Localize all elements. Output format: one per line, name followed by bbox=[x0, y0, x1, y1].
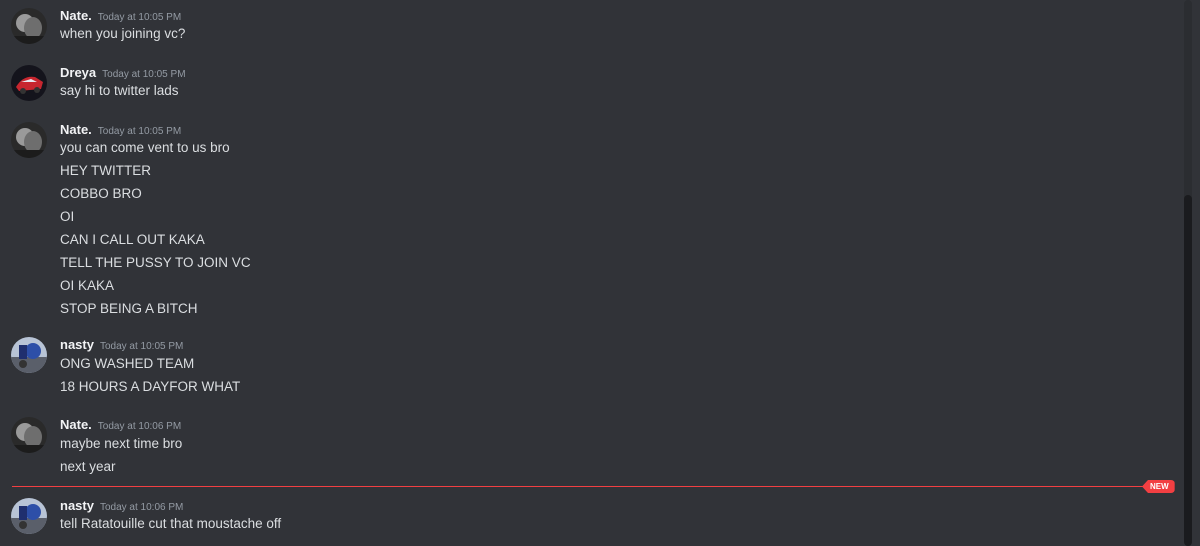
message-text: HEY TWITTER bbox=[60, 163, 152, 178]
message-group: nasty Today at 10:05 PM ONG WASHED TEAM … bbox=[0, 337, 1176, 397]
message-text: OI KAKA bbox=[60, 278, 115, 293]
grayscale-face-avatar-icon bbox=[11, 417, 47, 453]
message-text: next year bbox=[60, 459, 116, 474]
message-text: STOP BEING A BITCH bbox=[60, 301, 198, 316]
message-text: maybe next time bro bbox=[60, 436, 183, 451]
timestamp[interactable]: Today at 10:06 PM bbox=[98, 421, 181, 432]
timestamp[interactable]: Today at 10:06 PM bbox=[100, 502, 183, 513]
message-group: nasty Today at 10:06 PM tell Ratatouille… bbox=[0, 498, 1176, 538]
avatar[interactable] bbox=[11, 65, 47, 101]
message-text: TELL THE PUSSY TO JOIN VC bbox=[60, 255, 251, 270]
avatar[interactable] bbox=[11, 498, 47, 534]
message-group: Nate. Today at 10:05 PM when you joining… bbox=[0, 8, 1176, 44]
username[interactable]: Dreya bbox=[60, 65, 96, 80]
timestamp[interactable]: Today at 10:05 PM bbox=[98, 126, 181, 137]
new-messages-divider bbox=[12, 486, 1164, 487]
avatar[interactable] bbox=[11, 122, 47, 158]
message-text: say hi to twitter lads bbox=[60, 83, 179, 98]
username[interactable]: nasty bbox=[60, 337, 94, 352]
chat-message-list: Nate. Today at 10:05 PM when you joining… bbox=[0, 0, 1200, 546]
username[interactable]: nasty bbox=[60, 498, 94, 513]
avatar[interactable] bbox=[11, 8, 47, 44]
avatar[interactable] bbox=[11, 337, 47, 373]
username[interactable]: Nate. bbox=[60, 417, 92, 432]
username[interactable]: Nate. bbox=[60, 122, 92, 137]
message-text: ONG WASHED TEAM bbox=[60, 356, 195, 371]
grayscale-face-avatar-icon bbox=[11, 122, 47, 158]
timestamp[interactable]: Today at 10:05 PM bbox=[98, 12, 181, 23]
avatar[interactable] bbox=[11, 417, 47, 453]
message-text: you can come vent to us bro bbox=[60, 140, 230, 155]
new-messages-badge: NEW bbox=[1142, 480, 1175, 493]
message-text: 18 HOURS A DAYFOR WHAT bbox=[60, 379, 241, 394]
message-group: Nate. Today at 10:06 PM maybe next time … bbox=[0, 417, 1176, 477]
scrollbar-thumb[interactable] bbox=[1184, 195, 1192, 546]
username[interactable]: Nate. bbox=[60, 8, 92, 23]
timestamp[interactable]: Today at 10:05 PM bbox=[102, 69, 185, 80]
blue-scene-avatar-icon bbox=[11, 498, 47, 534]
red-car-avatar-icon bbox=[11, 65, 47, 101]
timestamp[interactable]: Today at 10:05 PM bbox=[100, 341, 183, 352]
message-text: tell Ratatouille cut that moustache off bbox=[60, 516, 282, 531]
message-text: COBBO BRO bbox=[60, 186, 142, 201]
message-text: CAN I CALL OUT KAKA bbox=[60, 232, 205, 247]
message-text: OI bbox=[60, 209, 75, 224]
message-group: Nate. Today at 10:05 PM you can come ven… bbox=[0, 122, 1176, 318]
message-text: when you joining vc? bbox=[60, 26, 186, 41]
grayscale-face-avatar-icon bbox=[11, 8, 47, 44]
message-group: Dreya Today at 10:05 PM say hi to twitte… bbox=[0, 65, 1176, 101]
blue-scene-avatar-icon bbox=[11, 337, 47, 373]
